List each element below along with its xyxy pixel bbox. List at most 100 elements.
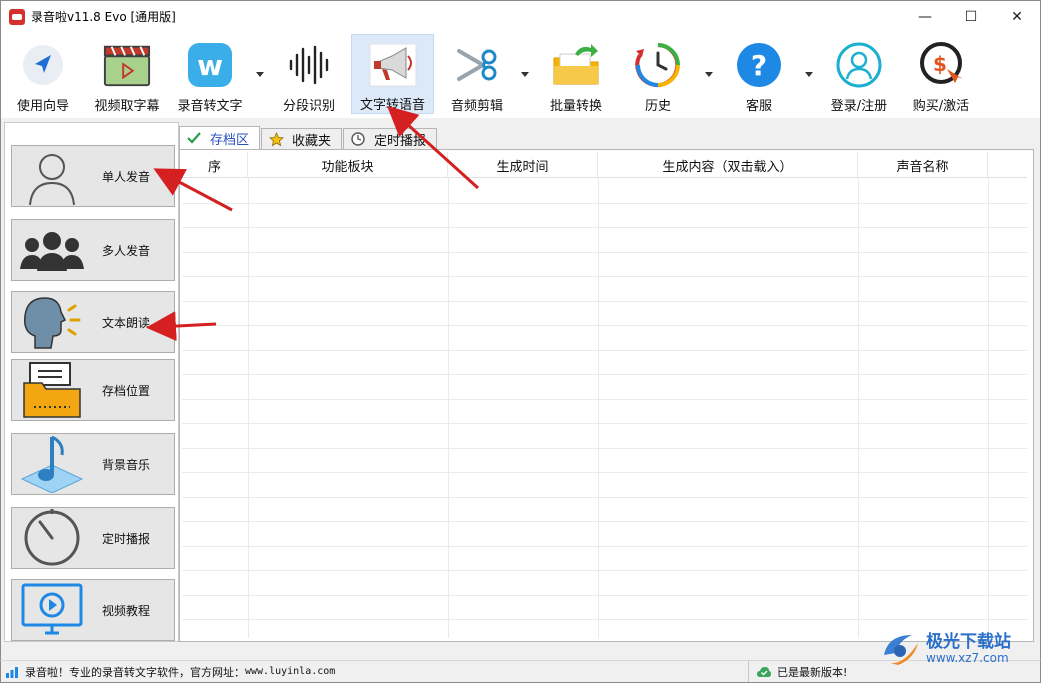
timer-icon	[12, 508, 92, 568]
sidebar-item-label: 背景音乐	[102, 457, 151, 472]
tab-label: 定时播报	[374, 133, 427, 149]
megaphone-icon	[368, 41, 418, 89]
table-column-divider	[858, 178, 859, 638]
toolbar-label: 视频取字幕	[94, 99, 160, 114]
table-row-divider	[182, 619, 1027, 620]
tab-label: 收藏夹	[292, 133, 332, 149]
window-title: 录音啦v11.8 Evo [通用版]	[31, 10, 176, 24]
help-question-icon: ?	[734, 40, 784, 90]
toolbar-label: 购买/激活	[912, 99, 970, 114]
table-row-divider	[182, 496, 1027, 498]
toolbar-label: 客服	[745, 99, 772, 114]
table-header: 序 功能板块 生成时间 生成内容（双击载入） 声音名称	[182, 152, 1027, 178]
window-controls: — ☐ ✕	[902, 1, 1040, 32]
tab-timed-broadcast[interactable]: 定时播报	[343, 128, 438, 150]
toolbar-login-button[interactable]: 登录/注册	[823, 34, 895, 114]
folder-arrow-icon	[551, 40, 601, 90]
tab-favorites[interactable]: 收藏夹	[261, 128, 343, 150]
sidebar-item-label: 存档位置	[102, 383, 151, 398]
close-button[interactable]: ✕	[994, 1, 1040, 32]
audio-edit-dropdown-icon[interactable]	[521, 72, 529, 77]
support-dropdown-icon[interactable]	[805, 72, 813, 77]
column-header-voice-name[interactable]: 声音名称	[858, 152, 988, 178]
user-login-icon	[834, 40, 884, 90]
sidebar-item-label: 视频教程	[102, 603, 151, 618]
status-text: 录音啦！专业的录音转文字软件，官方网址：	[25, 665, 245, 679]
watermark-logo-icon	[884, 635, 918, 665]
navigation-arrow-icon	[18, 40, 68, 90]
toolbar-purchase-button[interactable]: $ 购买/激活	[905, 34, 977, 114]
column-header-index[interactable]: 序	[182, 152, 248, 178]
minimize-icon: —	[918, 8, 932, 25]
tab-label: 存档区	[210, 132, 250, 148]
table-row-divider	[182, 570, 1027, 571]
column-header-time[interactable]: 生成时间	[448, 152, 598, 178]
svg-text:w: w	[197, 49, 223, 82]
table-row-divider	[182, 423, 1027, 424]
table-row-divider	[182, 276, 1027, 277]
main-toolbar: 使用向导 视频取字幕 w 录音转文字 分段识别 文字转语音 音频剪辑 批量转换 …	[0, 32, 1041, 118]
toolbar-label: 文字转语音	[359, 98, 425, 113]
toolbar-history-button[interactable]: 历史	[626, 34, 690, 114]
toolbar-audio-edit-button[interactable]: 音频剪辑	[443, 34, 511, 114]
archive-folder-icon	[12, 360, 92, 420]
signal-bars-icon	[5, 666, 19, 678]
website-link[interactable]: www.luyinla.com	[245, 666, 335, 677]
table-row-divider	[182, 325, 1027, 326]
watermark-subtitle: www.xz7.com	[926, 651, 1009, 665]
minimize-button[interactable]: —	[902, 1, 948, 32]
archive-table[interactable]: 序 功能板块 生成时间 生成内容（双击载入） 声音名称	[179, 149, 1034, 642]
star-icon	[268, 131, 284, 147]
sidebar-item-text-reading[interactable]: 文本朗读	[11, 291, 175, 353]
toolbar-label: 音频剪辑	[450, 99, 503, 114]
close-icon: ✕	[1011, 8, 1023, 25]
toolbar-label: 历史	[644, 99, 671, 114]
toolbar-label: 分段识别	[282, 99, 335, 114]
column-header-module[interactable]: 功能板块	[248, 152, 448, 178]
table-column-divider	[988, 178, 989, 638]
table-row-divider	[182, 521, 1027, 522]
sidebar-item-single-voice[interactable]: 单人发音	[11, 145, 175, 207]
sidebar-item-timed-broadcast[interactable]: 定时播报	[11, 507, 175, 569]
toolbar-text-to-speech-button[interactable]: 文字转语音	[351, 34, 434, 114]
history-dropdown-icon[interactable]	[705, 72, 713, 77]
table-row-divider	[182, 447, 1027, 449]
tab-archive[interactable]: 存档区	[179, 126, 261, 150]
history-clock-icon	[633, 40, 683, 90]
toolbar-guide-button[interactable]: 使用向导	[9, 34, 77, 114]
tab-bar: 存档区 收藏夹 定时播报	[179, 126, 438, 150]
toolbar-segment-recognition-button[interactable]: 分段识别	[277, 34, 341, 114]
toolbar-audio-to-text-button[interactable]: w 录音转文字	[173, 34, 247, 114]
sidebar-item-multi-voice[interactable]: 多人发音	[11, 219, 175, 281]
sidebar-item-label: 文本朗读	[102, 315, 151, 330]
table-row-divider	[182, 202, 1027, 204]
table-row-divider	[182, 398, 1027, 400]
toolbar-support-button[interactable]: ? 客服	[727, 34, 791, 114]
single-person-icon	[12, 146, 92, 206]
title-bar: 录音啦v11.8 Evo [通用版] — ☐ ✕	[0, 0, 1041, 32]
purchase-coin-icon: $	[916, 40, 966, 90]
table-row-divider	[182, 374, 1027, 375]
sidebar-item-background-music[interactable]: 背景音乐	[11, 433, 175, 495]
table-row-divider	[182, 472, 1027, 473]
table-column-divider	[598, 178, 599, 638]
cloud-check-icon	[757, 666, 771, 678]
table-column-divider	[248, 178, 249, 638]
speaking-head-icon	[12, 292, 92, 352]
table-body	[182, 178, 1027, 638]
sidebar-item-label: 单人发音	[102, 169, 151, 184]
column-header-content[interactable]: 生成内容（双击载入）	[598, 152, 858, 178]
multiple-people-icon	[12, 220, 92, 280]
music-note-icon	[12, 434, 92, 494]
table-row-divider	[182, 349, 1027, 351]
table-row-divider	[182, 300, 1027, 302]
toolbar-video-subtitle-button[interactable]: 视频取字幕	[89, 34, 165, 114]
svg-text:?: ?	[751, 49, 767, 82]
maximize-icon: ☐	[964, 8, 978, 25]
sidebar-item-archive-location[interactable]: 存档位置	[11, 359, 175, 421]
maximize-button[interactable]: ☐	[948, 1, 994, 32]
table-row-divider	[182, 545, 1027, 547]
sidebar-item-video-tutorial[interactable]: 视频教程	[11, 579, 175, 641]
toolbar-batch-convert-button[interactable]: 批量转换	[544, 34, 608, 114]
audio-to-text-dropdown-icon[interactable]	[256, 72, 264, 77]
